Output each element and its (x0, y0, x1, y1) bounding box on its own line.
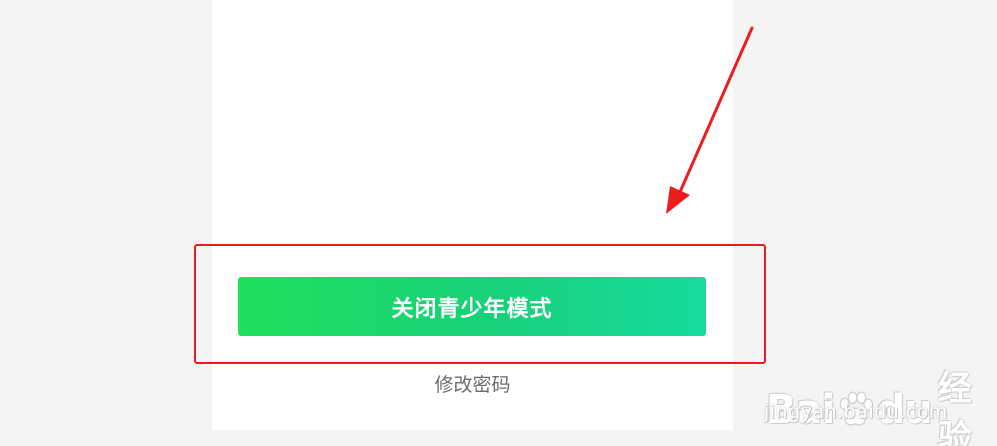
watermark-brand-left: Bai (766, 387, 835, 433)
annotation-highlight-box (194, 244, 766, 364)
watermark-brand-right: du (876, 387, 933, 433)
paw-icon (839, 391, 874, 426)
screenshot-stage: 关闭青少年模式 修改密码 Bai du 经验 jingyan.baidu.com (0, 0, 997, 446)
change-password-link[interactable]: 修改密码 (212, 370, 733, 397)
settings-panel (212, 0, 733, 430)
baidu-jingyan-watermark: Bai du 经验 jingyan.baidu.com (760, 335, 997, 446)
watermark-url: jingyan.baidu.com (764, 401, 948, 423)
watermark-brand-cn: 经验 (937, 369, 972, 446)
watermark-logo: Bai du 经验 (766, 361, 997, 446)
